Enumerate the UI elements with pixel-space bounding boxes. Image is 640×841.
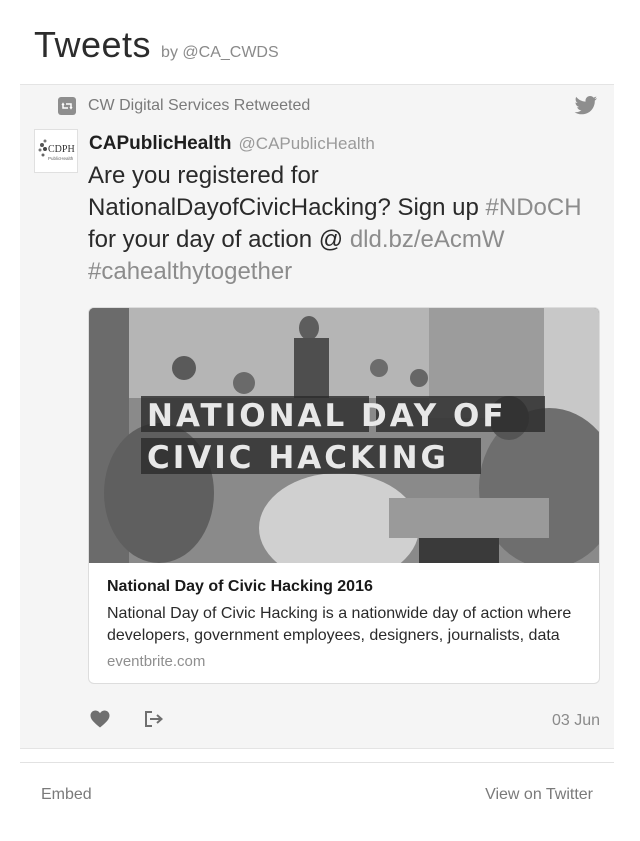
card-image[interactable]: NATIONAL DAY OF CIVIC HACKING xyxy=(89,308,599,563)
hashtag-ndoch[interactable]: #NDoCH xyxy=(486,194,582,221)
card-image-text-line2: CIVIC HACKING xyxy=(147,440,449,476)
view-on-twitter-link[interactable]: View on Twitter xyxy=(485,786,593,804)
tweet-timeline: CW Digital Services Retweeted CDPH Publi… xyxy=(20,84,614,749)
tweet-link[interactable]: dld.bz/eAcmW xyxy=(350,226,505,253)
author-handle[interactable]: @CAPublicHealth xyxy=(239,134,375,154)
widget-title: Tweets xyxy=(34,24,152,65)
card-domain: eventbrite.com xyxy=(107,653,206,670)
heart-icon[interactable] xyxy=(90,710,110,728)
svg-text:CDPH: CDPH xyxy=(48,144,75,155)
tweet-text: Are you registered for NationalDayofCivi… xyxy=(88,160,608,288)
widget-byline[interactable]: by @CA_CWDS xyxy=(161,44,279,62)
widget-header: Tweets by @CA_CWDS xyxy=(34,24,279,66)
card-photo: NATIONAL DAY OF CIVIC HACKING xyxy=(89,308,599,563)
retweet-icon xyxy=(58,97,76,115)
tweet-author[interactable]: CAPublicHealth @CAPublicHealth xyxy=(89,133,375,155)
share-icon[interactable] xyxy=(144,710,164,728)
tweet-timestamp[interactable]: 03 Jun xyxy=(552,712,600,730)
card-image-text-line1: NATIONAL DAY OF xyxy=(147,398,507,434)
embed-link[interactable]: Embed xyxy=(41,786,92,804)
card-description: National Day of Civic Hacking is a natio… xyxy=(107,605,572,644)
hashtag-cahealthytogether[interactable]: #cahealthytogether xyxy=(88,258,292,285)
retweet-context: CW Digital Services Retweeted xyxy=(58,97,310,115)
svg-text:PublicHealth: PublicHealth xyxy=(48,156,74,161)
card-title[interactable]: National Day of Civic Hacking 2016 xyxy=(107,578,373,596)
cdph-logo: CDPH PublicHealth xyxy=(38,139,75,161)
tweet-text-part1: Are you registered for NationalDayofCivi… xyxy=(88,162,486,221)
tweet-text-part2: for your day of action @ xyxy=(88,226,350,253)
author-name[interactable]: CAPublicHealth xyxy=(89,133,232,155)
avatar[interactable]: CDPH PublicHealth xyxy=(34,129,78,173)
twitter-bird-icon[interactable] xyxy=(574,95,598,117)
link-card[interactable]: NATIONAL DAY OF CIVIC HACKING National D… xyxy=(88,307,600,684)
tweet-actions xyxy=(90,710,164,728)
footer-divider xyxy=(20,762,614,763)
retweet-label[interactable]: CW Digital Services Retweeted xyxy=(88,97,310,115)
